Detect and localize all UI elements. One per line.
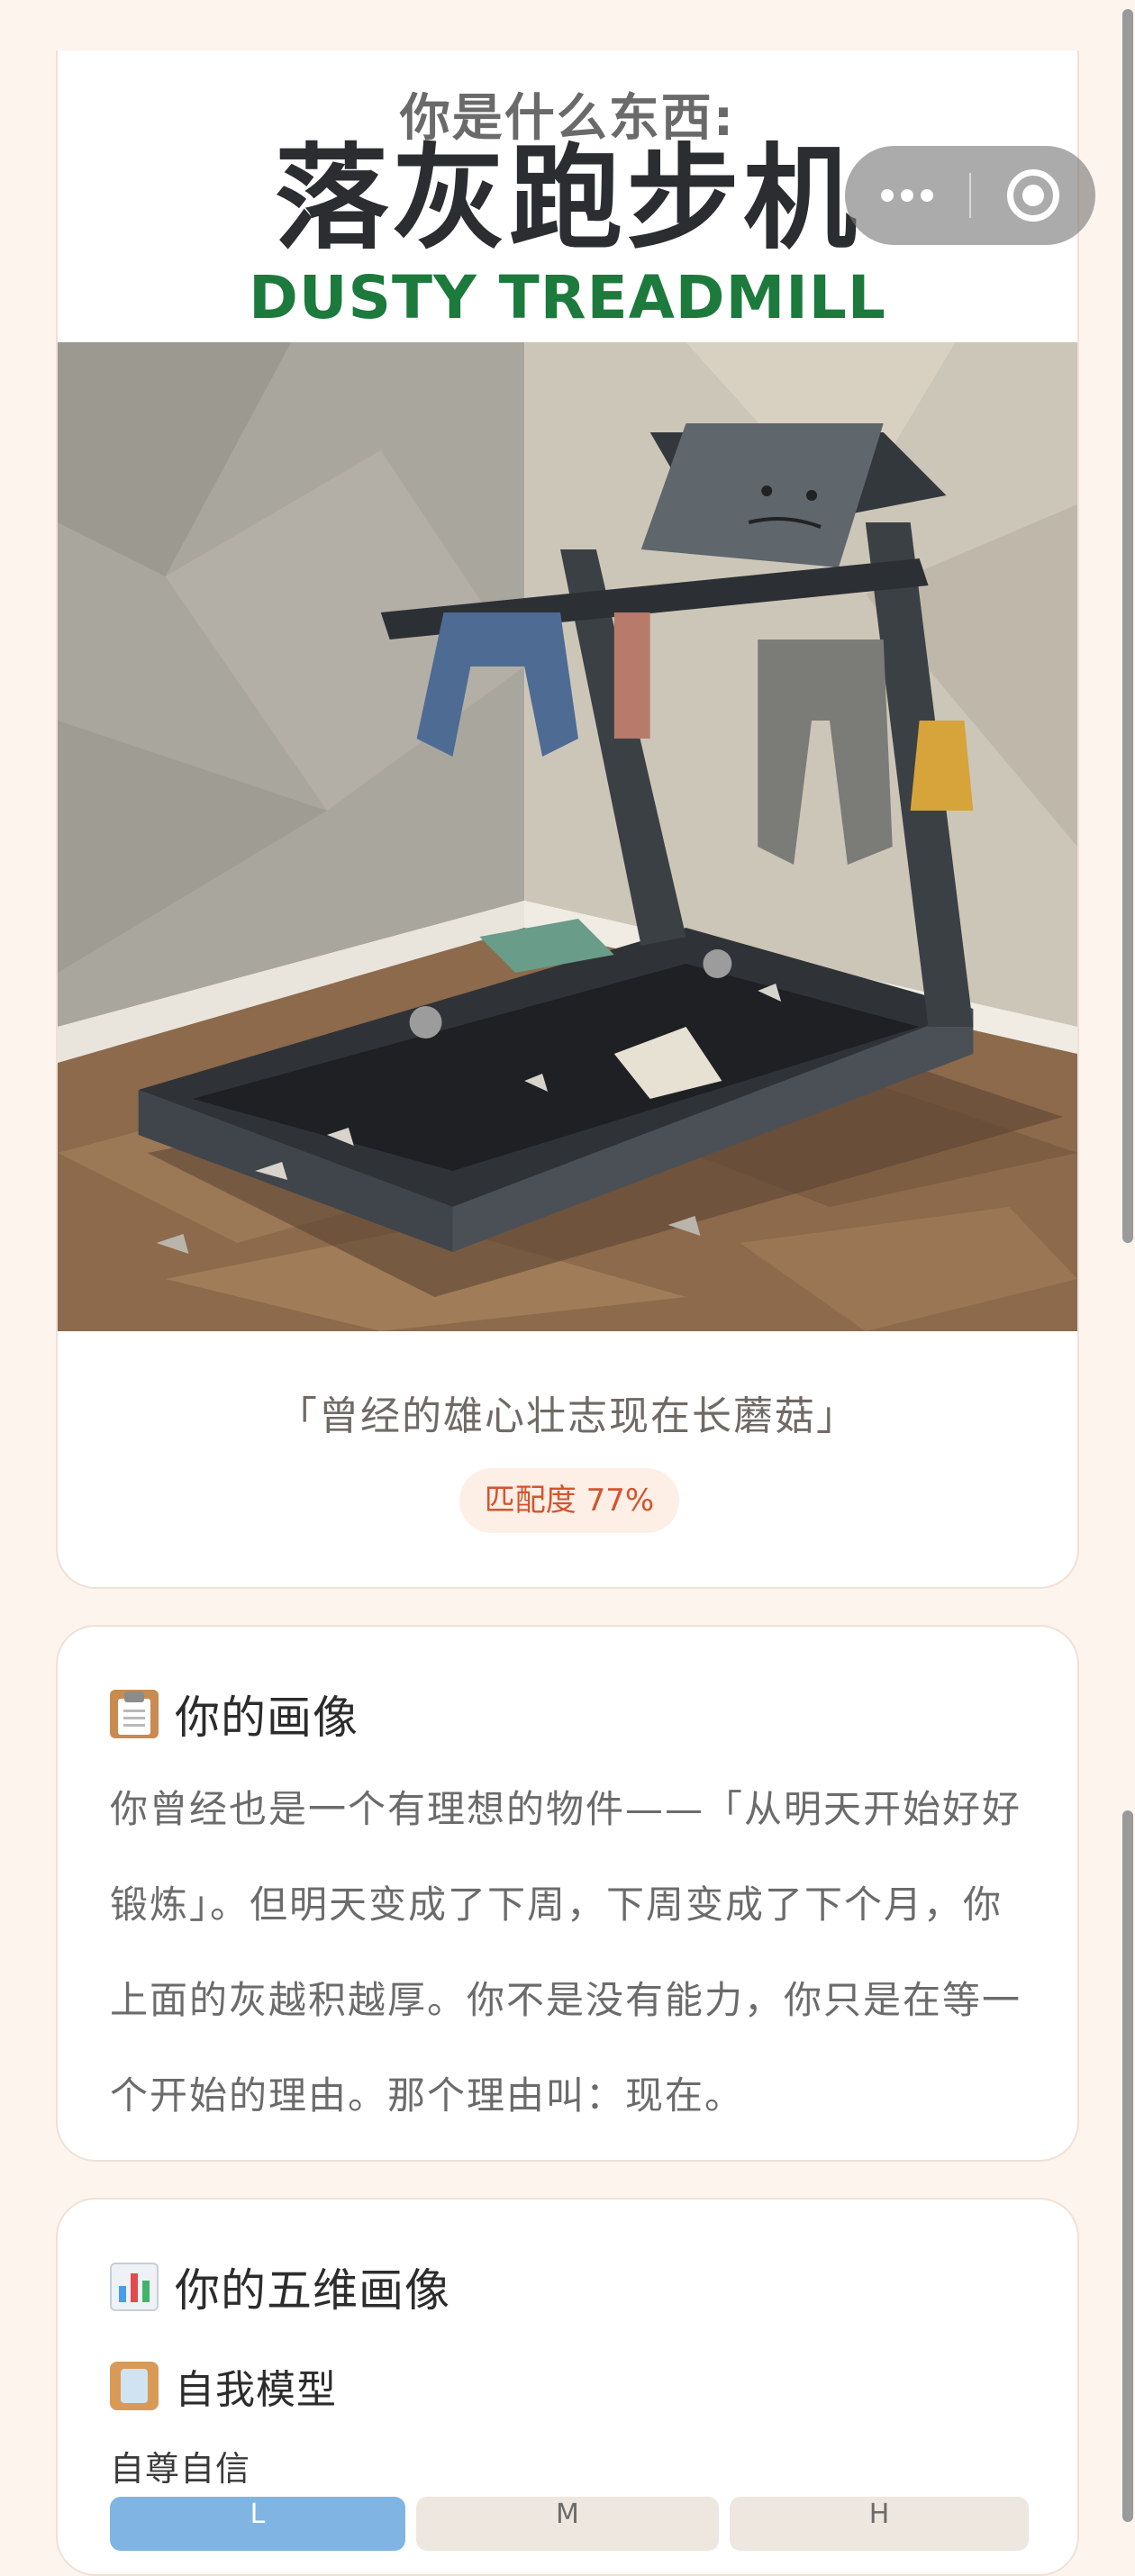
more-dots-icon[interactable] [845, 146, 969, 245]
match-score-badge: 匹配度 77% [459, 1468, 679, 1533]
dimensions-title: 你的五维画像 [175, 2264, 450, 2317]
portrait-header: 你的画像 [110, 1683, 359, 1746]
dimension-label: 自尊自信 [110, 2449, 251, 2489]
five-dimension-card: 你的五维画像 自我模型 自尊自信 L M H [56, 2198, 1079, 2576]
result-card: 你是什么东西: 落灰跑步机 DUSTY TREADMILL 「曾经的雄心壮志现在… [56, 50, 1079, 1589]
dimensions-header: 你的五维画像 [110, 2255, 450, 2318]
portrait-title: 你的画像 [175, 1692, 359, 1744]
level-high: H [730, 2497, 1029, 2551]
scrollbar-thumb-lower[interactable] [1122, 1810, 1133, 2522]
portrait-description: 你曾经也是一个有理想的物件——「从明天开始好好锻炼」。但明天变成了下周，下周变成… [110, 1787, 1022, 2118]
result-quote: 「曾经的雄心壮志现在长蘑菇」 [277, 1393, 858, 1439]
mirror-icon [110, 2362, 159, 2410]
bar-chart-icon [110, 2263, 159, 2311]
portrait-card: 你的画像 你曾经也是一个有理想的物件——「从明天开始好好锻炼」。但明天变成了下周… [56, 1625, 1079, 2162]
level-medium: M [416, 2497, 719, 2551]
level-low: L [110, 2497, 405, 2551]
self-model-title: 自我模型 [175, 2367, 337, 2413]
miniprogram-capsule [845, 146, 1095, 245]
close-circle-icon[interactable] [971, 146, 1095, 245]
clipboard-icon [110, 1690, 159, 1738]
self-model-header: 自我模型 [110, 2354, 337, 2417]
scrollbar[interactable] [1119, 0, 1135, 2522]
scrollbar-thumb[interactable] [1122, 9, 1133, 1243]
poster-title-english: DUSTY TREADMILL [249, 263, 886, 332]
treadmill-illustration [58, 342, 1077, 1331]
